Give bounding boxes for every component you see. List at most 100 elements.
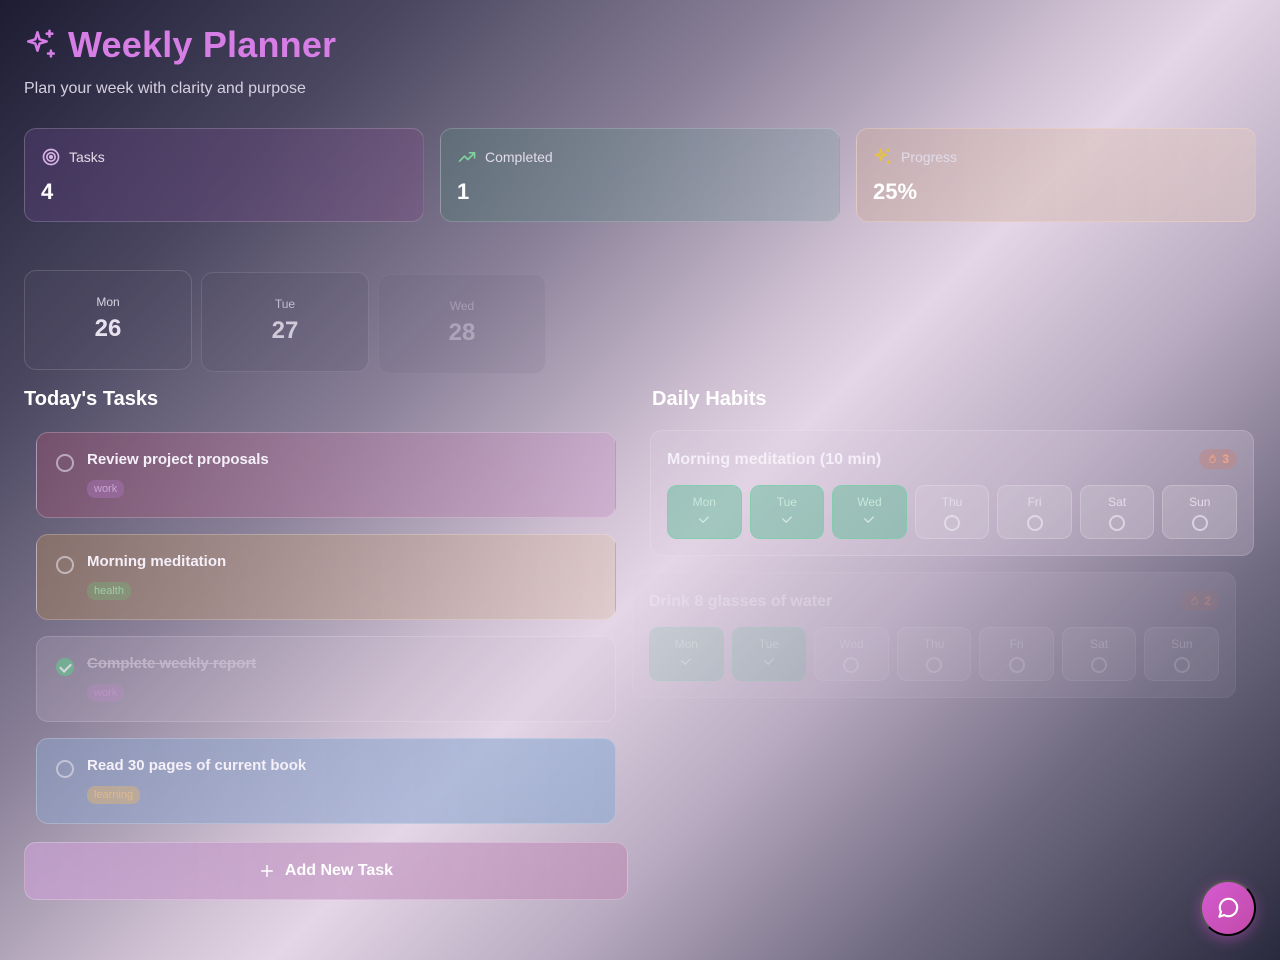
habit-day-row: Mon Tue Wed Thu Fri Sat Sun (667, 485, 1238, 539)
task-item[interactable]: Complete weekly report work (36, 636, 616, 722)
habit-day-toggle[interactable]: Tue (731, 627, 807, 681)
circle-icon (1026, 515, 1043, 531)
habit-day-label: Fri (1027, 495, 1042, 509)
check-icon (699, 512, 710, 524)
task-tag: work (87, 684, 125, 702)
day-card-mon[interactable]: Mon 26 (24, 270, 192, 370)
circle-icon (1008, 657, 1025, 673)
day-name: Mon (96, 295, 120, 309)
check-icon (781, 512, 792, 524)
habit-day-toggle[interactable]: Sun (1144, 627, 1220, 681)
flame-icon (1207, 453, 1218, 465)
page-header: Weekly Planner Plan your week with clari… (24, 24, 336, 98)
habit-day-toggle[interactable]: Wed (832, 485, 907, 539)
habit-card: Drink 8 glasses of water 2 Mon Tue Wed T… (632, 572, 1236, 698)
habit-day-label: Sun (1171, 637, 1193, 651)
stat-value: 1 (457, 179, 470, 204)
habit-day-toggle[interactable]: Sat (1061, 627, 1137, 681)
habit-name: Morning meditation (10 min) (667, 451, 882, 468)
circle-icon (1173, 657, 1190, 673)
stat-value: 4 (41, 179, 54, 204)
day-card-wed[interactable]: Wed 28 (378, 274, 546, 374)
task-name: Morning meditation (87, 553, 227, 570)
habit-day-label: Tue (776, 495, 797, 509)
check-icon (681, 654, 692, 666)
habit-day-label: Sat (1108, 495, 1127, 509)
habit-day-label: Mon (692, 495, 716, 509)
circle-icon (1191, 515, 1208, 531)
task-tag: health (87, 582, 131, 600)
task-name: Review project proposals (87, 451, 269, 468)
task-item[interactable]: Review project proposals work (36, 432, 616, 518)
task-tag: learning (87, 786, 141, 804)
title-row: Weekly Planner (24, 24, 336, 66)
stat-label: Progress (901, 149, 958, 165)
habit-day-label: Wed (839, 637, 864, 651)
circle-icon (926, 657, 943, 673)
check-icon (763, 654, 774, 666)
habit-day-toggle[interactable]: Sun (1162, 485, 1238, 539)
habit-day-toggle[interactable]: Sat (1079, 485, 1155, 539)
day-date: 27 (271, 317, 299, 344)
day-name: Tue (274, 297, 296, 311)
habit-day-row: Mon Tue Wed Thu Fri Sat Sun (649, 627, 1220, 681)
circle-icon (944, 515, 961, 531)
streak-badge: 2 (1181, 591, 1219, 611)
task-item[interactable]: Morning meditation health (36, 534, 616, 620)
task-checkbox[interactable] (56, 556, 74, 574)
stat-card-progress: Progress 25% (856, 128, 1256, 222)
day-card-tue[interactable]: Tue 27 (201, 272, 369, 372)
trending-up-icon (457, 147, 477, 167)
streak-count: 2 (1204, 594, 1211, 608)
habit-day-toggle[interactable]: Mon (649, 627, 724, 681)
habit-day-toggle[interactable]: Thu (914, 485, 990, 539)
chat-bubble-icon (1215, 895, 1241, 921)
streak-count: 3 (1222, 452, 1229, 466)
task-name: Read 30 pages of current book (87, 757, 307, 774)
task-checkbox[interactable] (56, 760, 74, 778)
task-checkbox[interactable] (56, 454, 74, 472)
stat-value: 25% (873, 179, 918, 204)
habit-day-toggle[interactable]: Fri (997, 485, 1072, 539)
page-title: Weekly Planner (68, 24, 337, 65)
habit-day-label: Thu (941, 495, 963, 509)
habit-day-label: Thu (923, 637, 945, 651)
habit-day-toggle[interactable]: Thu (896, 627, 972, 681)
habit-day-toggle[interactable]: Wed (814, 627, 889, 681)
add-task-label: Add New Task (284, 862, 394, 879)
day-date: 28 (448, 319, 476, 346)
habit-day-toggle[interactable]: Tue (749, 485, 825, 539)
habit-name: Drink 8 glasses of water (649, 593, 833, 610)
habit-day-toggle[interactable]: Fri (979, 627, 1054, 681)
habit-day-label: Sun (1189, 495, 1211, 509)
day-name: Wed (449, 299, 475, 313)
check-icon (864, 512, 875, 524)
stat-label: Completed (485, 149, 553, 165)
circle-icon (1109, 515, 1126, 531)
streak-badge: 3 (1199, 449, 1237, 469)
stat-card-completed: Completed 1 (440, 128, 840, 222)
flame-icon (1189, 595, 1200, 607)
circle-icon (843, 657, 860, 673)
habits-section-title: Daily Habits (652, 388, 767, 410)
habit-day-label: Mon (674, 637, 698, 651)
day-date: 26 (94, 315, 122, 342)
stat-label: Tasks (69, 149, 105, 165)
sparkles-icon (24, 28, 58, 62)
page-subtitle: Plan your week with clarity and purpose (24, 80, 306, 97)
task-checkbox[interactable] (56, 658, 74, 676)
chat-button[interactable] (1200, 880, 1256, 936)
habit-day-label: Fri (1009, 637, 1024, 651)
habit-day-label: Wed (857, 495, 882, 509)
habit-day-label: Sat (1090, 637, 1109, 651)
circle-icon (1091, 657, 1108, 673)
tasks-section-title: Today's Tasks (24, 388, 159, 410)
task-item[interactable]: Read 30 pages of current book learning (36, 738, 616, 824)
task-name: Complete weekly report (87, 655, 257, 672)
habit-day-toggle[interactable]: Mon (667, 485, 742, 539)
stat-card-tasks: Tasks 4 (24, 128, 424, 222)
sparkles-icon (873, 147, 893, 167)
task-tag: work (87, 480, 125, 498)
add-task-button[interactable]: Add New Task (24, 842, 628, 900)
target-icon (41, 147, 61, 167)
